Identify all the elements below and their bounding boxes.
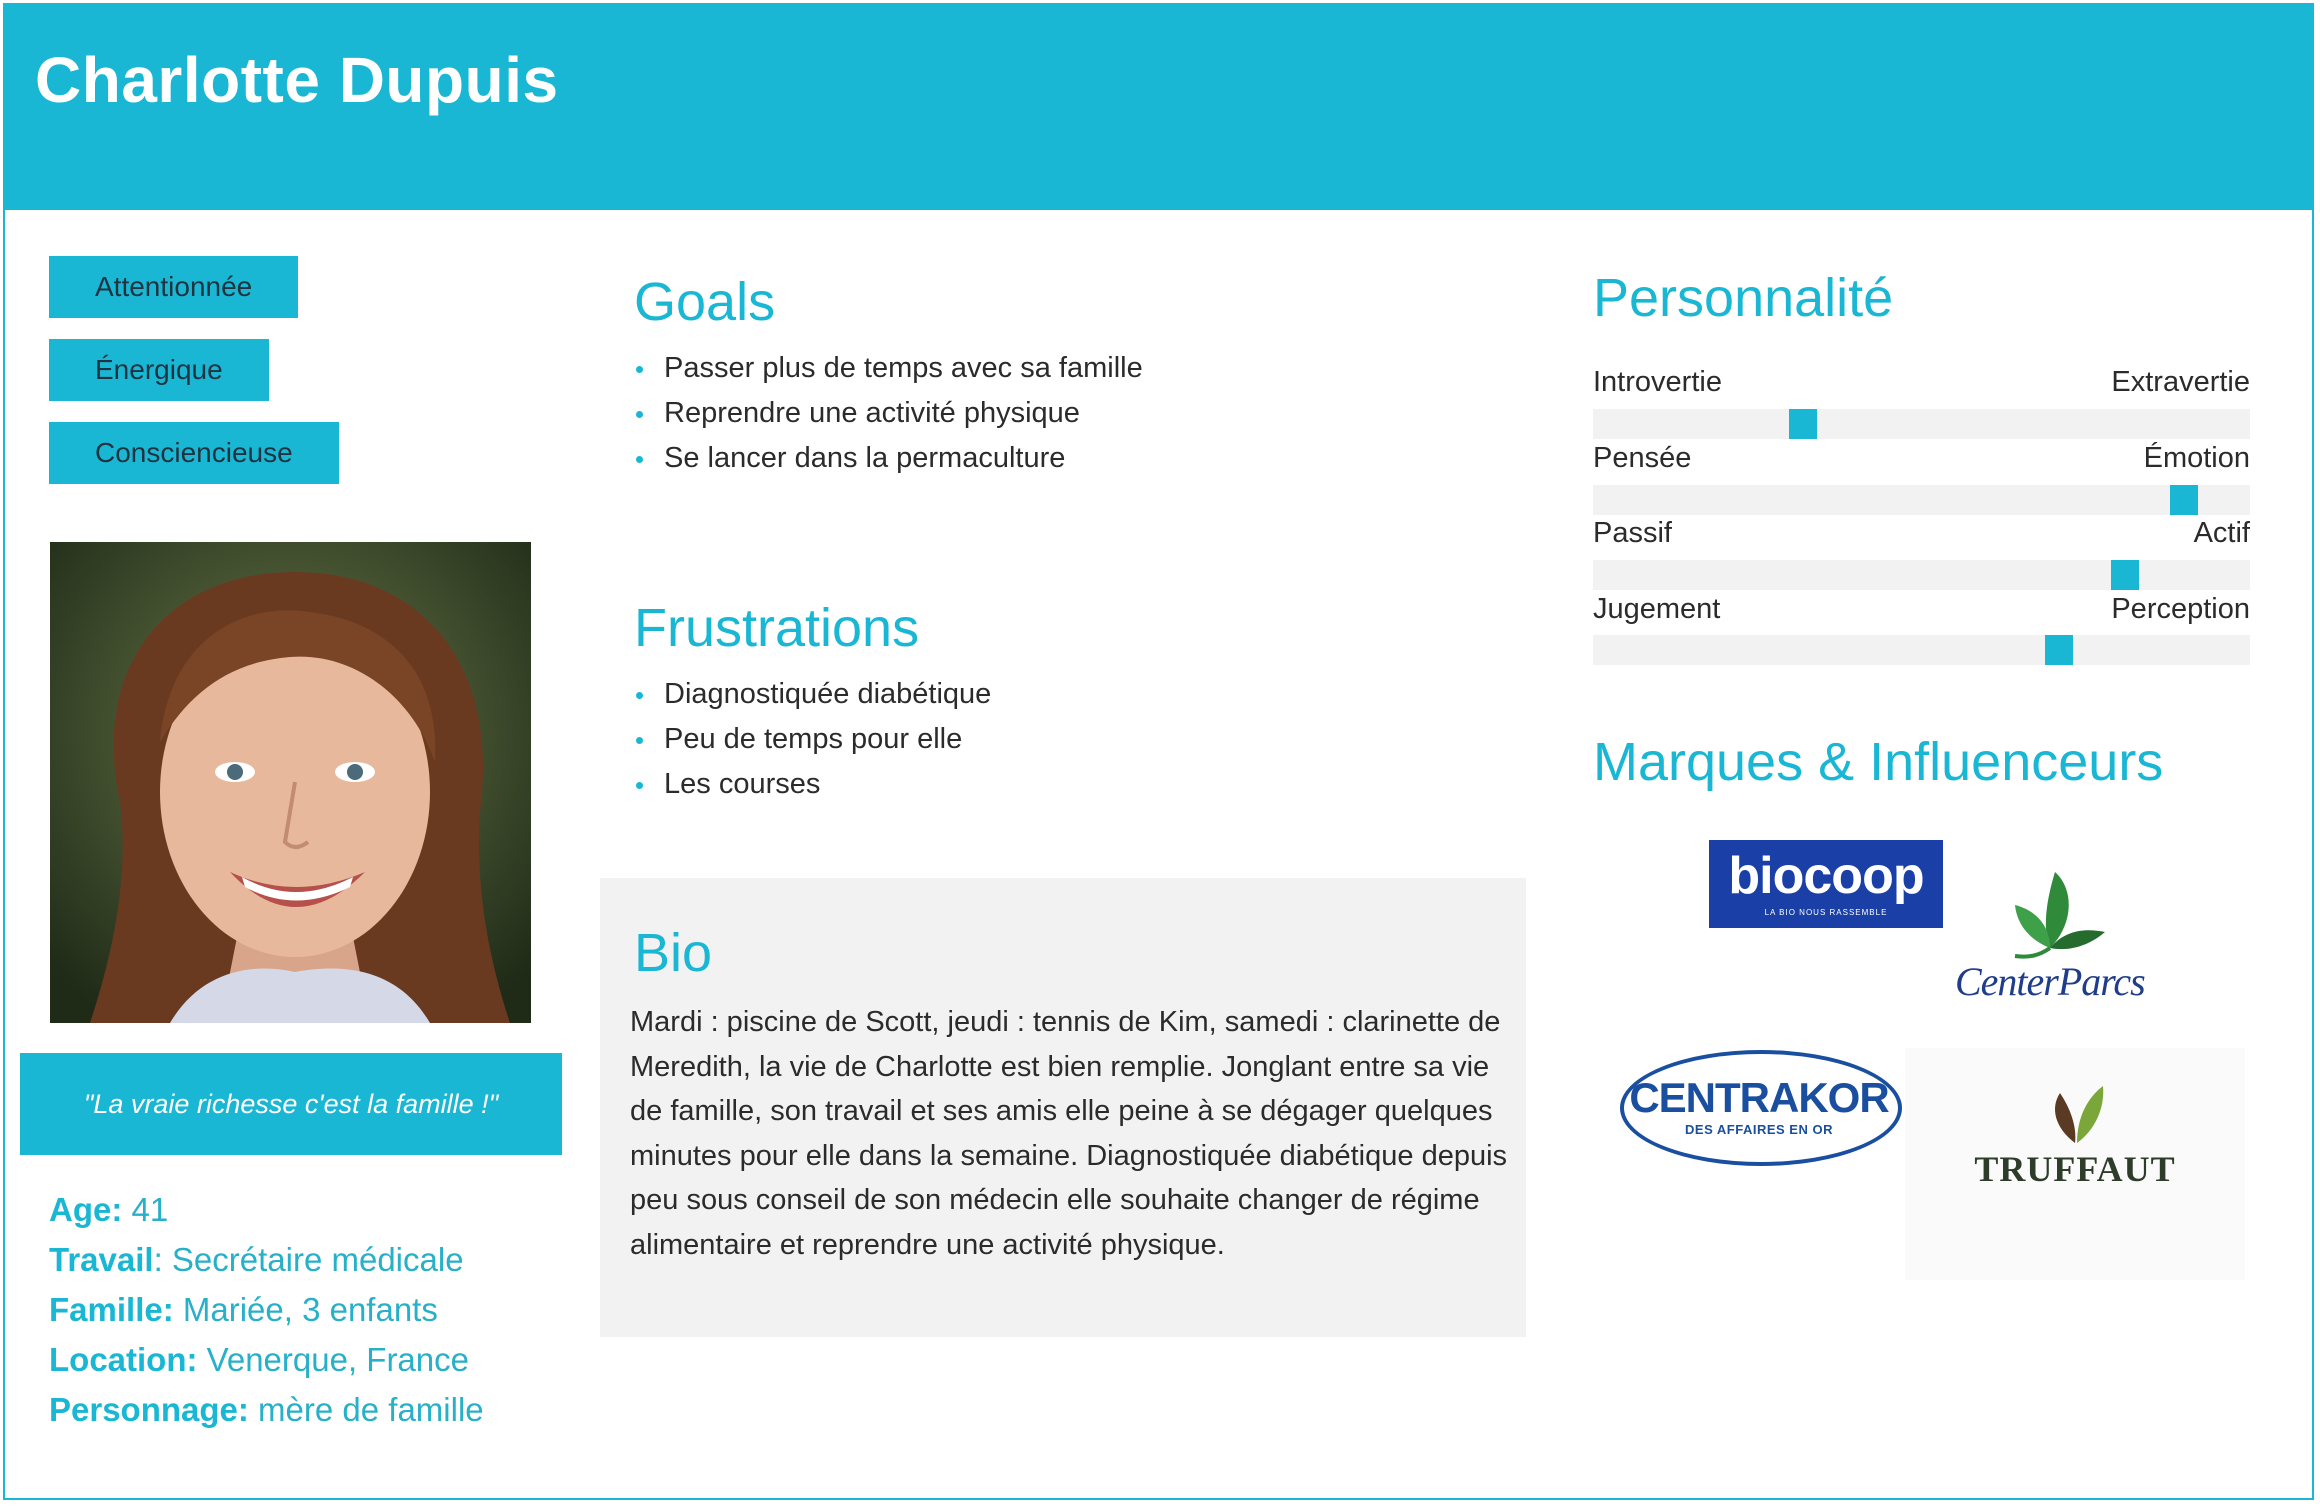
centerparcs-logo: CenterParcs [1955,870,2146,1015]
trait-left-label: Pensée [1593,442,1692,474]
truffaut-logo: TRUFFAUT [1905,1048,2245,1280]
bullet-icon [636,411,643,418]
tag-energique: Énergique [49,339,269,401]
tag-attentionnee: Attentionnée [49,256,299,318]
trait-labels: Introvertie Extravertie [1593,366,2250,406]
fact-personnage: Personnage: mère de famille [49,1391,484,1428]
goals-title: Goals [634,272,776,332]
trait-slider [1593,635,2250,665]
bullet-icon [636,456,643,463]
persona-quote: "La vraie richesse c'est la famille !" [20,1053,562,1155]
trait-left-label: Introvertie [1593,366,1722,398]
personality-title: Personnalité [1593,268,1894,328]
trait-left-label: Passif [1593,517,1672,549]
persona-facts: Age: 41 Travail: Secrétaire médicale Fam… [49,1185,484,1435]
fact-famille: Famille: Mariée, 3 enfants [49,1291,438,1328]
list-item: Passer plus de temps avec sa famille [634,346,1143,391]
persona-name: Charlotte Dupuis [35,44,559,116]
brands-title: Marques & Influenceurs [1593,732,2164,792]
bio-title: Bio [634,923,713,983]
trait-labels: Pensée Émotion [1593,442,2250,482]
trait-right-label: Actif [2193,517,2250,549]
header-bar: Charlotte Dupuis [5,5,2312,210]
bullet-icon [636,692,643,699]
trait-slider-knob [2111,560,2140,590]
trait-right-label: Extravertie [2111,366,2250,398]
bullet-icon [636,737,643,744]
trait-right-label: Perception [2111,593,2250,625]
bullet-icon [636,366,643,373]
frustrations-title: Frustrations [634,598,920,658]
portrait-photo [50,542,531,1023]
bullet-icon [636,782,643,789]
fact-location: Location: Venerque, France [49,1341,469,1378]
trait-labels: Jugement Perception [1593,593,2250,633]
trait-slider [1593,409,2250,439]
bird-icon [2014,872,2105,959]
tag-consciencieuse: Consciencieuse [49,422,339,484]
list-item: Les courses [634,762,991,807]
fact-travail: Travail: Secrétaire médicale [49,1241,464,1278]
list-item: Peu de temps pour elle [634,717,991,762]
leaf-icon [2055,1086,2104,1143]
trait-slider-knob [2170,485,2199,515]
trait-left-label: Jugement [1593,593,1721,625]
trait-labels: Passif Actif [1593,517,2250,557]
fact-age: Age: 41 [49,1191,169,1228]
trait-slider-knob [1789,409,1818,439]
frustrations-list: Diagnostiquée diabétique Peu de temps po… [634,672,991,807]
list-item: Diagnostiquée diabétique [634,672,991,717]
list-item: Reprendre une activité physique [634,391,1143,436]
bio-text: Mardi : piscine de Scott, jeudi : tennis… [630,1006,1508,1261]
biocoop-logo: biocoop LA BIO NOUS RASSEMBLE [1709,840,1943,928]
trait-slider-knob [2045,635,2074,665]
trait-slider [1593,485,2250,515]
goals-list: Passer plus de temps avec sa famille Rep… [634,346,1143,481]
centrakor-logo: CENTRAKOR DES AFFAIRES EN OR [1620,1050,1902,1166]
trait-right-label: Émotion [2143,442,2250,474]
trait-slider [1593,560,2250,590]
list-item: Se lancer dans la permaculture [634,436,1143,481]
